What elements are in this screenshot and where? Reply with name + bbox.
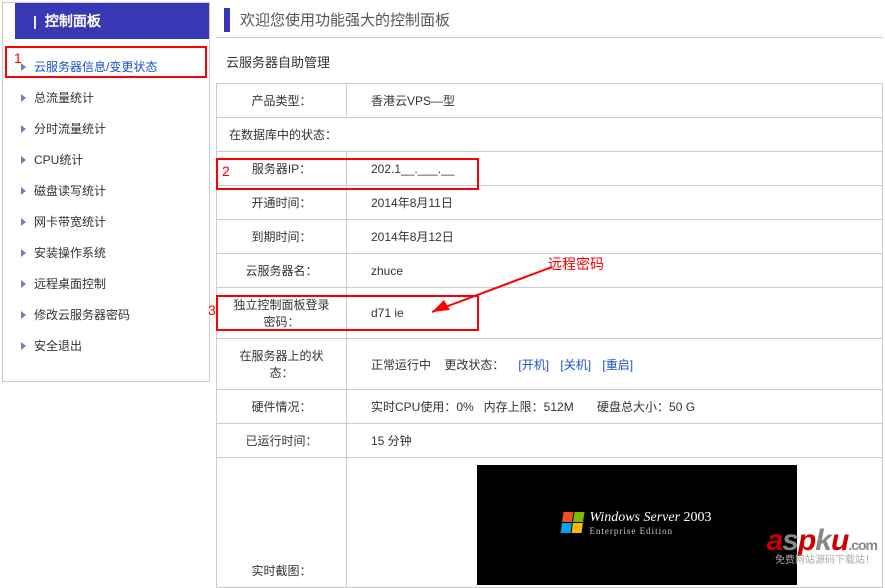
sidebar-item-change-password[interactable]: 修改云服务器密码 (3, 299, 209, 330)
sidebar-item-label: 总流量统计 (34, 89, 94, 106)
label-server-ip: 服务器IP： (217, 152, 347, 186)
poweron-link[interactable]: [开机] (518, 358, 549, 372)
annotation-label-3: 3 (208, 302, 216, 318)
sidebar-item-label: CPU统计 (34, 151, 83, 168)
arrow-icon (21, 125, 26, 133)
sidebar-item-total-traffic[interactable]: 总流量统计 (3, 82, 209, 113)
page-title: 欢迎您使用功能强大的控制面板 (240, 9, 450, 30)
page-subtitle: 云服务器自助管理 (216, 38, 883, 83)
arrow-icon (21, 218, 26, 226)
value-screenshot: Windows Server 2003 Enterprise Edition (347, 458, 883, 588)
sidebar-item-label: 安全退出 (34, 337, 82, 354)
reboot-link[interactable]: [重启] (602, 358, 633, 372)
arrow-icon (21, 280, 26, 288)
arrow-icon (21, 94, 26, 102)
sidebar-item-nic-stats[interactable]: 网卡带宽统计 (3, 206, 209, 237)
sidebar-item-label: 分时流量统计 (34, 120, 106, 137)
sidebar-item-disk-stats[interactable]: 磁盘读写统计 (3, 175, 209, 206)
aspku-tagline: 免费网站源码下载站！ (775, 551, 875, 566)
sidebar-item-install-os[interactable]: 安装操作系统 (3, 237, 209, 268)
arrow-icon (21, 156, 26, 164)
table-row: 硬件情况： 实时CPU使用：0% 内存上限：512M 硬盘总大小：50 G (217, 390, 883, 424)
sidebar-item-server-info[interactable]: 云服务器信息/变更状态 (3, 51, 209, 82)
value-open-time: 2014年8月11日 (347, 186, 883, 220)
sidebar-list: 云服务器信息/变更状态 总流量统计 分时流量统计 CPU统计 磁盘读写统计 网卡… (3, 39, 209, 381)
sidebar-title: 控制面板 (45, 11, 101, 31)
value-hardware: 实时CPU使用：0% 内存上限：512M 硬盘总大小：50 G (347, 390, 883, 424)
label-panel-password: 独立控制面板登录密码： (217, 288, 347, 339)
sidebar-item-label: 修改云服务器密码 (34, 306, 130, 323)
sidebar-item-label: 云服务器信息/变更状态 (34, 58, 157, 75)
remote-preview: Windows Server 2003 Enterprise Edition (477, 465, 797, 585)
header-bar-icon (224, 8, 230, 32)
label-open-time: 开通时间： (217, 186, 347, 220)
annotation-label-1: 1 (14, 50, 22, 66)
sidebar-header: |控制面板 (3, 3, 209, 39)
main-header: 欢迎您使用功能强大的控制面板 (216, 2, 883, 38)
label-uptime: 已运行时间： (217, 424, 347, 458)
windows-logo-icon: Windows Server 2003 Enterprise Edition (562, 510, 711, 536)
value-server-status: 正常运行中 更改状态： [开机] [关机] [重启] (347, 339, 883, 390)
arrow-icon (21, 342, 26, 350)
table-row: 实时截图： Windows Server 2003 Enterprise Edi… (217, 458, 883, 588)
arrow-icon (21, 311, 26, 319)
table-row: 在服务器上的状态： 正常运行中 更改状态： [开机] [关机] [重启] (217, 339, 883, 390)
main: 欢迎您使用功能强大的控制面板 云服务器自助管理 产品类型： 香港云VPS—型 在… (216, 2, 883, 588)
value-expire-time: 2014年8月12日 (347, 220, 883, 254)
sidebar-item-label: 远程桌面控制 (34, 275, 106, 292)
value-panel-password: d71 ie (347, 288, 883, 339)
status-text: 正常运行中 (371, 358, 431, 372)
table-row: 到期时间： 2014年8月12日 (217, 220, 883, 254)
value-uptime: 15 分钟 (347, 424, 883, 458)
sidebar-item-label: 安装操作系统 (34, 244, 106, 261)
info-table: 产品类型： 香港云VPS—型 在数据库中的状态： 服务器IP： 202.1__.… (216, 83, 883, 588)
table-row: 已运行时间： 15 分钟 (217, 424, 883, 458)
label-expire-time: 到期时间： (217, 220, 347, 254)
sidebar-item-remote-desktop[interactable]: 远程桌面控制 (3, 268, 209, 299)
sidebar-item-label: 网卡带宽统计 (34, 213, 106, 230)
table-row: 独立控制面板登录密码： d71 ie (217, 288, 883, 339)
sidebar-item-cpu-stats[interactable]: CPU统计 (3, 144, 209, 175)
table-row: 产品类型： 香港云VPS—型 (217, 84, 883, 118)
table-row: 开通时间： 2014年8月11日 (217, 186, 883, 220)
poweroff-link[interactable]: [关机] (560, 358, 591, 372)
table-row: 服务器IP： 202.1__.___.__ (217, 152, 883, 186)
arrow-icon (21, 187, 26, 195)
value-server-name: zhuce (347, 254, 883, 288)
change-status-label: 更改状态： (444, 358, 504, 372)
label-server-name: 云服务器名： (217, 254, 347, 288)
label-product-type: 产品类型： (217, 84, 347, 118)
annotation-remote-password: 远程密码 (548, 254, 604, 274)
sidebar-item-label: 磁盘读写统计 (34, 182, 106, 199)
value-product-type: 香港云VPS—型 (347, 84, 883, 118)
sidebar: |控制面板 云服务器信息/变更状态 总流量统计 分时流量统计 CPU统计 磁盘读… (2, 2, 210, 382)
label-db-status: 在数据库中的状态： (217, 118, 883, 152)
table-row: 在数据库中的状态： (217, 118, 883, 152)
annotation-label-2: 2 (222, 163, 230, 179)
value-server-ip: 202.1__.___.__ (347, 152, 883, 186)
sidebar-item-logout[interactable]: 安全退出 (3, 330, 209, 361)
label-server-status: 在服务器上的状态： (217, 339, 347, 390)
sidebar-item-hourly-traffic[interactable]: 分时流量统计 (3, 113, 209, 144)
arrow-icon (21, 249, 26, 257)
label-hardware: 硬件情况： (217, 390, 347, 424)
label-screenshot: 实时截图： (217, 458, 347, 588)
